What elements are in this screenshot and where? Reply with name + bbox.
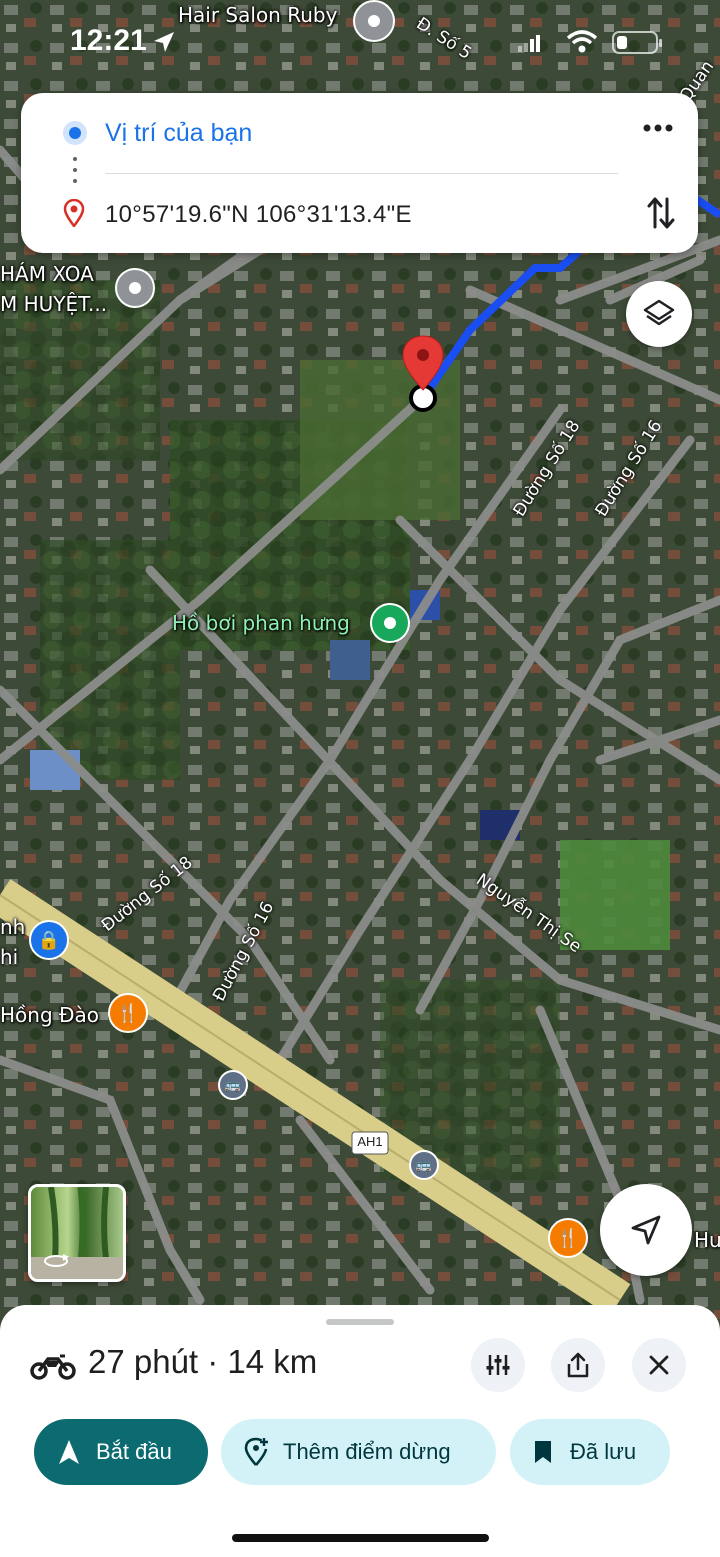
map-label-hong-dao: Hồng Đào bbox=[0, 1003, 99, 1027]
saved-button[interactable]: Đã lưu bbox=[510, 1419, 670, 1485]
start-button-label: Bắt đầu bbox=[96, 1439, 172, 1464]
swap-icon[interactable] bbox=[646, 195, 676, 231]
directions-bottom-sheet: 27 phút · 14 km Bắt đầu Thêm điểm dừng Đ… bbox=[0, 1305, 720, 1557]
pool-poi-icon[interactable] bbox=[370, 603, 410, 643]
shopping-bag-icon[interactable]: 🔒 bbox=[29, 920, 69, 960]
bookmark-icon bbox=[535, 1441, 551, 1463]
restaurant-icon[interactable]: 🍴 bbox=[548, 1218, 588, 1258]
status-bar: 12:21 bbox=[0, 0, 720, 84]
layers-icon bbox=[643, 299, 675, 326]
signal-icon bbox=[518, 35, 540, 52]
street-view-thumbnail[interactable] bbox=[28, 1184, 126, 1282]
tune-icon bbox=[486, 1355, 510, 1375]
eta-summary: 27 phút · 14 km bbox=[88, 1343, 318, 1380]
map-label-hu: Hư bbox=[694, 1228, 720, 1252]
home-indicator[interactable] bbox=[232, 1534, 489, 1542]
origin-field[interactable]: Vị trí của bạn bbox=[105, 119, 252, 148]
map-label-cham-xoa-2: M HUYỆT... bbox=[0, 292, 108, 316]
bus-stop-icon[interactable]: 🚌 bbox=[218, 1070, 248, 1100]
destination-field[interactable]: 10°57'19.6"N 106°31'13.4"E bbox=[105, 201, 412, 229]
battery-icon bbox=[612, 31, 662, 54]
close-button[interactable] bbox=[632, 1338, 686, 1392]
origin-dot-icon bbox=[63, 121, 87, 145]
add-stop-label: Thêm điểm dừng bbox=[283, 1439, 451, 1464]
route-card: Vị trí của bạn 10°57'19.6"N 106°31'13.4"… bbox=[21, 93, 698, 253]
status-time: 12:21 bbox=[70, 24, 147, 57]
start-button[interactable]: Bắt đầu bbox=[34, 1419, 208, 1485]
route-options-button[interactable] bbox=[471, 1338, 525, 1392]
recenter-button[interactable] bbox=[600, 1184, 692, 1276]
restaurant-icon[interactable]: 🍴 bbox=[108, 993, 148, 1033]
rotate-360-icon bbox=[44, 1254, 69, 1267]
add-stop-button[interactable]: Thêm điểm dừng bbox=[221, 1419, 496, 1485]
navigation-arrow-icon bbox=[631, 1215, 661, 1245]
bus-stop-icon[interactable]: 🚌 bbox=[409, 1150, 439, 1180]
add-location-icon bbox=[244, 1437, 268, 1466]
saved-label: Đã lưu bbox=[570, 1439, 637, 1464]
route-dots-icon bbox=[73, 157, 77, 187]
map-label-ho-boi: Hồ bơi phan hưng bbox=[172, 611, 350, 635]
poi-pin-icon[interactable] bbox=[115, 268, 155, 308]
motorbike-icon bbox=[30, 1354, 76, 1380]
map-label-hi: hi bbox=[0, 945, 19, 969]
route-card-divider bbox=[105, 173, 618, 174]
sheet-drag-handle[interactable] bbox=[326, 1319, 394, 1325]
location-arrow-icon bbox=[154, 32, 174, 52]
close-icon bbox=[649, 1355, 669, 1375]
map-label-cham-xoa: HÁM XOA bbox=[0, 262, 94, 286]
share-icon bbox=[567, 1352, 589, 1378]
highway-shield-label: AH1 bbox=[357, 1134, 383, 1149]
share-button[interactable] bbox=[551, 1338, 605, 1392]
wifi-icon bbox=[566, 30, 598, 53]
layers-button[interactable] bbox=[626, 281, 692, 347]
navigation-icon bbox=[59, 1440, 79, 1464]
more-options-icon[interactable] bbox=[643, 123, 673, 133]
map-label-nh: nh bbox=[0, 915, 26, 939]
destination-pin-icon bbox=[63, 199, 85, 227]
